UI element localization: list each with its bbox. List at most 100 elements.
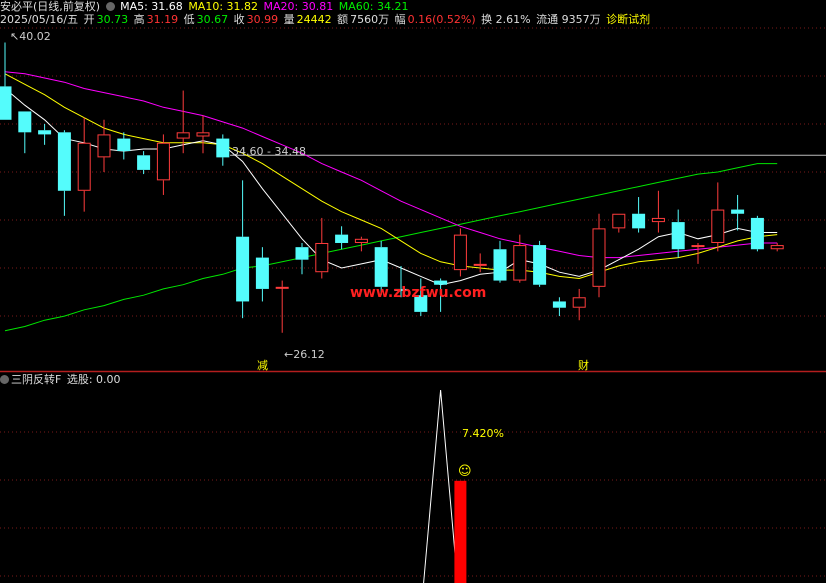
candle	[117, 132, 131, 160]
candle	[18, 111, 32, 154]
candle	[255, 247, 269, 302]
stock-title[interactable]: 安必平(日线,前复权)	[0, 0, 100, 13]
signal-spike	[423, 389, 459, 583]
stock-chart[interactable]: ↖40.02 34.60 - 34.48 ←26.12 减 财 www.zbzfwu.co…	[0, 0, 826, 583]
candle-body	[651, 217, 665, 223]
change-label: 幅	[394, 13, 406, 26]
volume-value: 24442	[296, 13, 332, 26]
candle-body	[38, 130, 52, 135]
ma10-line	[4, 73, 778, 280]
candle	[335, 226, 349, 250]
candle-body	[216, 138, 230, 158]
smile-icon: ☺	[458, 464, 472, 479]
candle	[236, 180, 250, 319]
ohlc-info: 2025/05/16/五 开 30.73 高 31.19 低 30.67 收 30.99…	[0, 14, 652, 26]
ma20-label: MA20: 30.81	[263, 0, 334, 13]
watermark: www.zbzfwu.com	[350, 285, 486, 301]
candle	[750, 215, 764, 252]
amount-label: 额	[337, 13, 349, 26]
candle-body	[117, 138, 131, 152]
candle-body	[295, 247, 309, 260]
candle	[275, 280, 289, 333]
high-label: 高	[133, 13, 145, 26]
close-value: 30.99	[246, 13, 279, 26]
candle	[572, 288, 586, 321]
candle-body	[750, 217, 764, 250]
ma60-line	[4, 163, 778, 332]
indicator-settings-icon[interactable]	[0, 375, 9, 384]
high-value: 31.19	[146, 13, 179, 26]
candle	[592, 213, 606, 298]
candle-body	[335, 234, 349, 243]
indicator-value: 选股: 0.00	[66, 373, 121, 386]
cai-marker: 财	[578, 358, 589, 372]
high-marker: ↖40.02	[10, 30, 51, 43]
candle-body	[731, 209, 745, 214]
indicator-header: 三阴反转F 选股: 0.00	[0, 374, 123, 386]
low-label: 低	[183, 13, 195, 26]
candle	[533, 240, 547, 287]
candle	[38, 123, 52, 145]
candle-body	[176, 132, 190, 139]
ma60-label: MA60: 34.21	[338, 0, 409, 13]
open-value: 30.73	[96, 13, 129, 26]
candle	[295, 242, 309, 275]
signal-pct: 7.420%	[462, 427, 504, 440]
candle-body	[275, 286, 289, 289]
candle-body	[533, 245, 547, 285]
volume-label: 量	[283, 13, 295, 26]
candle-body	[493, 249, 507, 281]
chart-header: 安必平(日线,前复权) MA5: 31.68 MA10: 31.82 MA20:…	[0, 1, 410, 13]
candle	[770, 242, 784, 252]
candle-body	[57, 132, 71, 191]
range-label: 34.60 - 34.48	[232, 145, 306, 158]
indicator-title[interactable]: 三阴反转F	[11, 373, 61, 386]
indicator-plot: 7.420% ☺	[423, 389, 504, 583]
candle-body	[156, 142, 170, 181]
candle	[691, 242, 705, 264]
candle-body	[770, 245, 784, 250]
candle-body	[592, 228, 606, 287]
candle-body	[374, 247, 388, 287]
candle-body	[711, 209, 725, 243]
price-grid	[0, 27, 826, 577]
candle-body	[552, 301, 566, 308]
candle	[612, 213, 626, 233]
ma20-line	[4, 71, 778, 259]
close-label: 收	[233, 13, 245, 26]
candle-body	[354, 238, 368, 243]
candle-body	[612, 213, 626, 229]
open-label: 开	[83, 13, 95, 26]
candle-body	[473, 263, 487, 266]
candle	[632, 197, 646, 233]
candle	[473, 253, 487, 273]
settings-icon[interactable]	[105, 2, 115, 11]
candle-body	[255, 257, 269, 289]
candle-body	[236, 236, 250, 302]
change-value: 0.16(0.52%)	[407, 13, 476, 26]
candle-body	[315, 242, 329, 273]
candle	[493, 240, 507, 283]
candle-body	[691, 245, 705, 248]
turnover-label: 换 2.61%	[481, 13, 531, 26]
candle-body	[77, 142, 91, 191]
ma5-line	[4, 88, 778, 286]
low-marker: ←26.12	[284, 348, 325, 361]
candle	[196, 115, 210, 154]
jian-marker: 减	[257, 359, 268, 372]
candle	[315, 217, 329, 279]
date-label: 2025/05/16/五	[0, 13, 79, 26]
candle	[216, 134, 230, 166]
ma10-label: MA10: 31.82	[188, 0, 259, 13]
candle-body	[632, 213, 646, 229]
candle-body	[513, 245, 527, 281]
candle-body	[453, 234, 467, 271]
sector-label[interactable]: 诊断试剂	[606, 13, 650, 26]
candle-body	[196, 132, 210, 137]
candle	[156, 134, 170, 195]
amount-value: 7560万	[350, 13, 390, 26]
candle	[137, 151, 151, 175]
candle	[57, 130, 71, 216]
ma5-label: MA5: 31.68	[120, 0, 183, 13]
signal-bar	[454, 480, 467, 583]
